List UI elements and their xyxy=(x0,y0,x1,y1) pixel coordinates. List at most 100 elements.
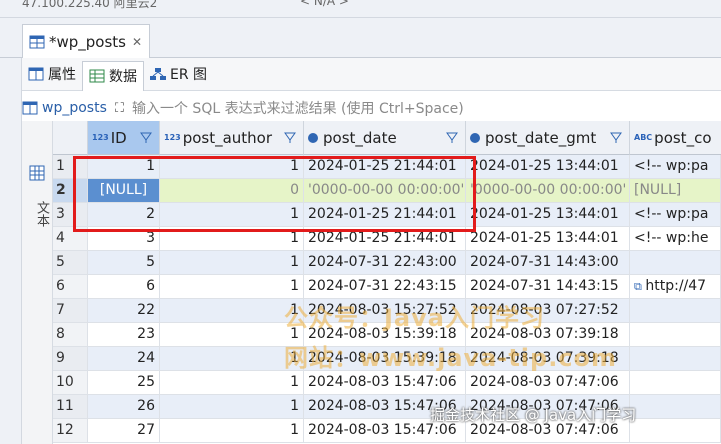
row-number[interactable]: 8 xyxy=(53,323,88,347)
cell-post-content[interactable]: <!-- wp:pa xyxy=(630,155,721,179)
text-type-icon: ABC xyxy=(634,132,653,142)
cell-post-author[interactable]: 1 xyxy=(160,251,304,275)
number-type-icon: 123 xyxy=(92,132,109,142)
cell-post-date-gmt[interactable]: 2024-07-31 14:43:15 xyxy=(466,275,630,299)
left-gutter xyxy=(0,18,22,444)
tab-wp-posts[interactable]: *wp_posts ✕ xyxy=(22,24,150,58)
row-number[interactable]: 11 xyxy=(53,395,88,419)
connection-bar: 47.100.225.40 阿里云2 < N/A > xyxy=(0,0,721,18)
table-row[interactable]: 10 25 1 2024-08-03 15:47:06 2024-08-03 07:47… xyxy=(53,371,721,395)
date-type-icon xyxy=(308,132,318,143)
cell-post-content[interactable] xyxy=(630,251,721,275)
column-name: ID xyxy=(110,128,127,147)
column-header-post-content[interactable]: ABC post_co xyxy=(630,121,721,155)
row-number[interactable]: 12 xyxy=(53,419,88,443)
cell-post-author[interactable]: 1 xyxy=(160,299,304,323)
watermark-line1: 公众号：Java入门学习 xyxy=(284,304,545,332)
column-header-post-author[interactable]: 123 post_author xyxy=(160,121,304,155)
tab-label: *wp_posts xyxy=(49,32,126,51)
column-name: post_date_gmt xyxy=(485,128,597,147)
tab-er-diagram[interactable]: ER 图 xyxy=(144,58,213,91)
cell-post-date[interactable]: 2024-08-03 15:47:06 xyxy=(304,371,466,395)
close-icon[interactable]: ✕ xyxy=(132,35,142,49)
cell-post-content[interactable]: <!-- wp:he xyxy=(630,227,721,251)
schema-label[interactable]: < N/A > xyxy=(300,0,349,8)
cell-post-date-gmt[interactable]: 2024-01-25 13:44:01 xyxy=(466,227,630,251)
cell-id[interactable]: 6 xyxy=(88,275,160,299)
table-icon xyxy=(22,101,38,115)
column-header-post-date[interactable]: post_date xyxy=(304,121,466,155)
tab-properties-label: 属性 xyxy=(48,67,76,83)
cell-text: http://47 xyxy=(645,278,707,294)
cell-id[interactable]: 23 xyxy=(88,323,160,347)
column-name: post_date xyxy=(323,128,397,147)
cell-post-content[interactable] xyxy=(630,299,721,323)
connection-label[interactable]: 47.100.225.40 阿里云2 xyxy=(22,0,157,11)
watermark-line2: 网站：www.java-tip.com xyxy=(284,344,618,372)
cell-id[interactable]: 5 xyxy=(88,251,160,275)
cell-post-author[interactable]: 1 xyxy=(160,371,304,395)
row-number[interactable]: 5 xyxy=(53,251,88,275)
column-name: post_co xyxy=(654,128,712,147)
cell-post-author[interactable]: 1 xyxy=(160,275,304,299)
er-diagram-icon xyxy=(150,68,166,80)
cell-post-date-gmt[interactable]: '0000-00-00 00:00:00' xyxy=(466,179,630,203)
cell-post-date-gmt[interactable]: 2024-08-03 07:47:06 xyxy=(466,371,630,395)
data-grid-icon xyxy=(89,69,105,83)
cell-post-content[interactable]: [NULL] xyxy=(630,179,721,203)
filter-input[interactable]: 输入一个 SQL 表达式来过滤结果 (使用 Ctrl+Space) xyxy=(132,98,464,118)
cell-post-date[interactable]: 2024-07-31 22:43:00 xyxy=(304,251,466,275)
row-number[interactable]: 10 xyxy=(53,371,88,395)
cell-post-content[interactable] xyxy=(630,323,721,347)
row-number[interactable]: 6 xyxy=(53,275,88,299)
column-header-post-date-gmt[interactable]: post_date_gmt xyxy=(466,121,630,155)
row-number[interactable]: 9 xyxy=(53,347,88,371)
text-view-toggle[interactable]: 文本 xyxy=(32,201,51,227)
filter-table-name[interactable]: wp_posts xyxy=(42,100,107,116)
sort-filter-icon[interactable] xyxy=(283,130,297,144)
column-name: post_author xyxy=(182,128,273,147)
cell-id[interactable]: 27 xyxy=(88,419,160,443)
cell-post-author[interactable]: 1 xyxy=(160,419,304,443)
tab-data-label: 数据 xyxy=(109,69,137,85)
row-number-header xyxy=(53,121,88,155)
cell-post-date[interactable]: 2024-07-31 22:43:15 xyxy=(304,275,466,299)
row-number[interactable]: 7 xyxy=(53,299,88,323)
tab-er-label: ER 图 xyxy=(170,67,208,83)
column-header-id[interactable]: 123 ID xyxy=(88,121,160,155)
grid-view-icon[interactable] xyxy=(29,165,45,181)
tab-properties[interactable]: 属性 xyxy=(22,58,82,91)
cell-post-author[interactable]: 1 xyxy=(160,347,304,371)
cell-post-author[interactable]: 1 xyxy=(160,323,304,347)
cell-post-date-gmt[interactable]: 2024-07-31 14:43:00 xyxy=(466,251,630,275)
highlight-box xyxy=(73,156,476,232)
editor-tab-bar: *wp_posts ✕ xyxy=(0,18,721,58)
cell-post-date-gmt[interactable]: 2024-01-25 13:44:01 xyxy=(466,203,630,227)
watermark-footer: 掘金技术社区 @ Java入门学习 xyxy=(430,406,637,424)
sort-filter-icon[interactable] xyxy=(139,130,153,144)
expand-icon[interactable]: ⛶ xyxy=(115,101,124,116)
cell-post-content[interactable] xyxy=(630,419,721,443)
table-row[interactable]: 6 6 1 2024-07-31 22:43:15 2024-07-31 14:43:1… xyxy=(53,275,721,299)
cell-post-content[interactable] xyxy=(630,347,721,371)
cell-post-author[interactable]: 1 xyxy=(160,395,304,419)
link-icon: ⧉ xyxy=(634,280,646,293)
cell-id[interactable]: 24 xyxy=(88,347,160,371)
number-type-icon: 123 xyxy=(164,132,181,142)
filter-bar: wp_posts ⛶ 输入一个 SQL 表达式来过滤结果 (使用 Ctrl+Sp… xyxy=(22,96,721,120)
date-type-icon xyxy=(470,132,480,143)
cell-id[interactable]: 22 xyxy=(88,299,160,323)
cell-post-content[interactable]: <!-- wp:pa xyxy=(630,203,721,227)
tab-data[interactable]: 数据 xyxy=(82,60,144,91)
editor-subtabs: 属性 数据 ER 图 xyxy=(22,58,721,91)
cell-post-content[interactable] xyxy=(630,371,721,395)
sort-filter-icon[interactable] xyxy=(609,130,623,144)
table-row[interactable]: 5 5 1 2024-07-31 22:43:00 2024-07-31 14:43:0… xyxy=(53,251,721,275)
table-icon xyxy=(29,35,45,48)
cell-post-date-gmt[interactable]: 2024-01-25 13:44:01 xyxy=(466,155,630,179)
cell-post-content[interactable] xyxy=(630,395,721,419)
sort-filter-icon[interactable] xyxy=(445,130,459,144)
cell-id[interactable]: 26 xyxy=(88,395,160,419)
cell-post-content[interactable]: ⧉ http://47 xyxy=(630,275,721,299)
cell-id[interactable]: 25 xyxy=(88,371,160,395)
